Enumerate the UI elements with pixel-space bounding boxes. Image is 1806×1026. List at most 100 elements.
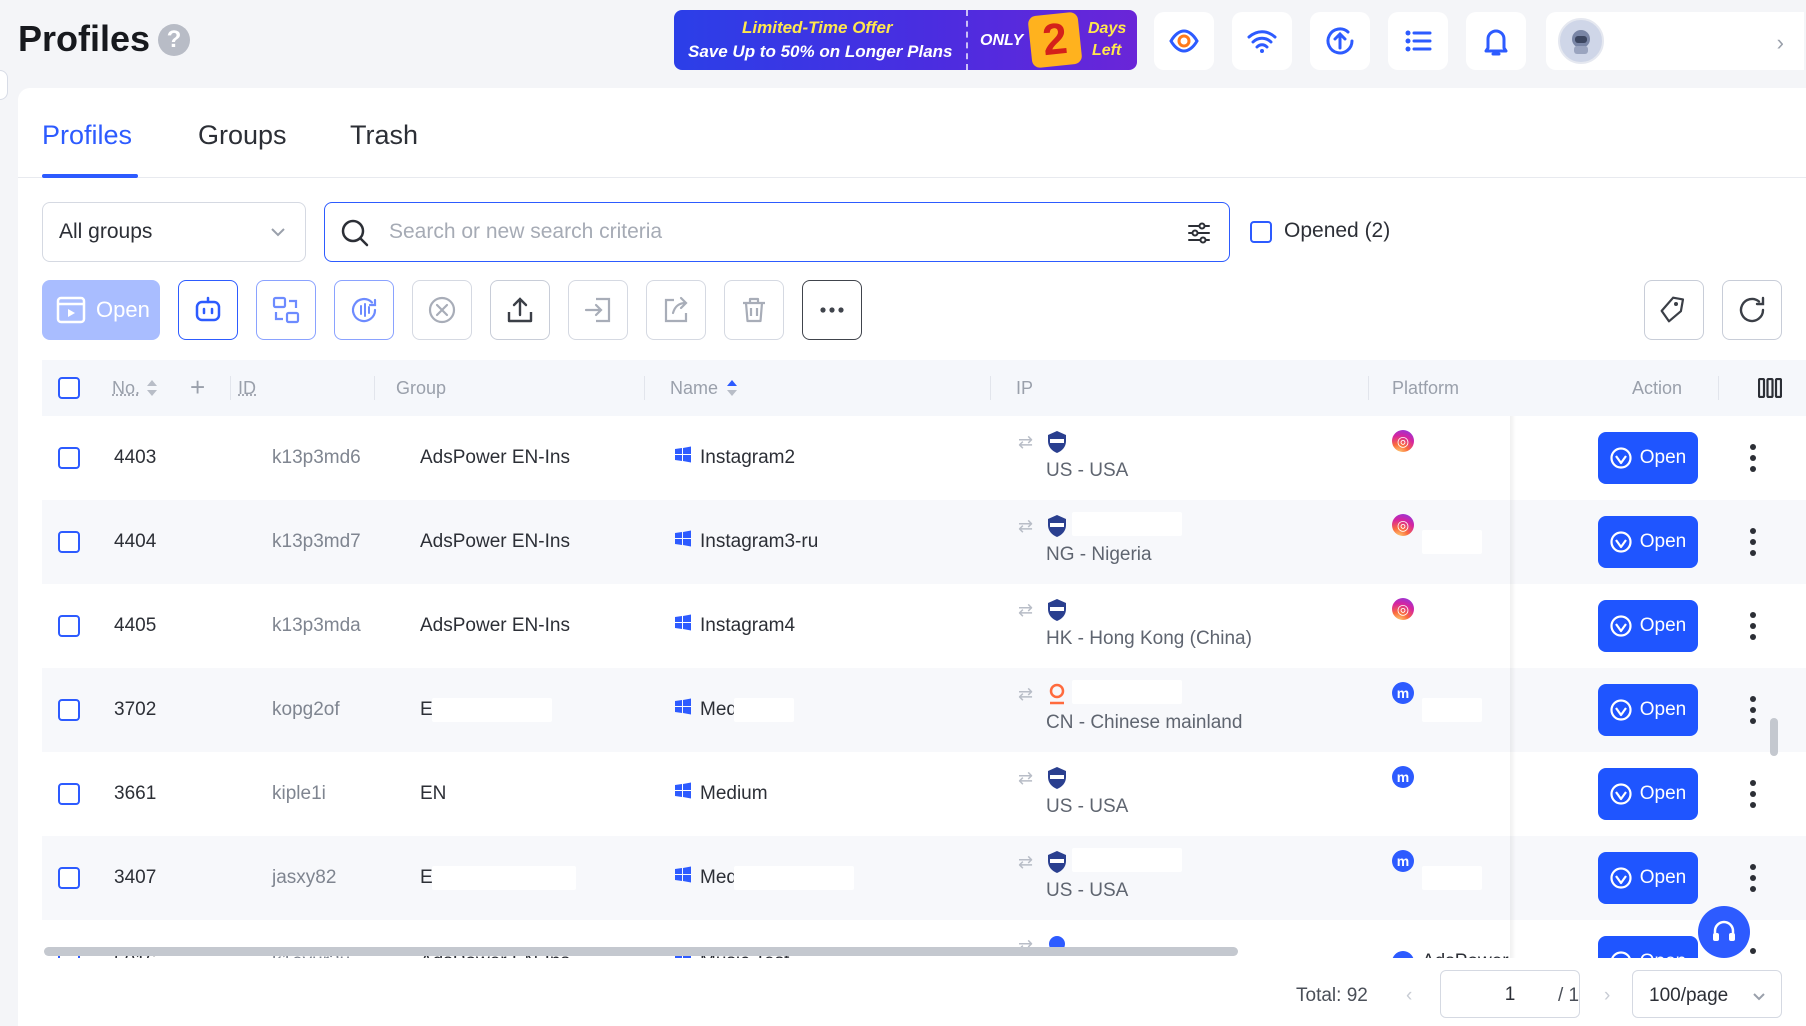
delete-button[interactable] [724, 280, 784, 340]
sidebar-toggle[interactable] [0, 70, 8, 100]
row-checkbox[interactable] [58, 447, 80, 469]
refresh-icon [1739, 296, 1765, 323]
table-row[interactable]: 3661 kiple1i EN Medium ⇄ US - USA m Open [42, 752, 1806, 836]
row-number: 3407 [114, 867, 157, 888]
promo-banner[interactable]: Limited-Time Offer Save Up to 50% on Lon… [674, 10, 1137, 70]
help-icon[interactable]: ? [158, 24, 190, 56]
row-more-icon[interactable] [1750, 948, 1758, 958]
row-more-icon[interactable] [1750, 528, 1758, 558]
share-button[interactable] [646, 280, 706, 340]
row-number: 4404 [114, 531, 157, 552]
network-button[interactable] [1232, 12, 1292, 70]
proxy-arrows-icon: ⇄ [1018, 516, 1034, 536]
col-platform: Platform [1392, 378, 1460, 398]
rpa-button[interactable] [178, 280, 238, 340]
sync-eye-button[interactable] [1154, 12, 1214, 70]
select-all-checkbox[interactable] [58, 377, 80, 399]
notifications-button[interactable] [1466, 12, 1526, 70]
table-row[interactable]: 4404 k13p3md7 AdsPower EN-Ins Instagram3-ru… [42, 500, 1806, 584]
page-size-select[interactable]: 100/page [1632, 970, 1782, 1018]
promo-number: 2 [1027, 11, 1083, 69]
user-menu[interactable]: › [1546, 12, 1804, 70]
row-checkbox[interactable] [58, 699, 80, 721]
row-checkbox[interactable] [58, 783, 80, 805]
search-input[interactable] [389, 215, 1149, 249]
col-ip: IP [1016, 378, 1034, 398]
proxy-shield-icon [1048, 515, 1066, 537]
windows-icon [675, 446, 691, 463]
import-button[interactable] [568, 280, 628, 340]
table-row[interactable]: 3702kopg2ofENMedium⇄CN - Chinese mainlan… [42, 668, 1806, 752]
group-select[interactable]: All groups [42, 202, 306, 262]
proxy-shield-icon [1048, 767, 1066, 789]
row-more-icon[interactable] [1750, 612, 1758, 642]
row-platform-label: AdsPower [1422, 951, 1509, 958]
tab-groups[interactable]: Groups [198, 120, 287, 151]
row-name[interactable]: Instagram4 [700, 615, 795, 637]
filter-sliders-icon[interactable] [1187, 221, 1211, 245]
vertical-scrollbar[interactable] [1770, 718, 1778, 756]
col-separator [374, 376, 375, 400]
horizontal-scrollbar[interactable] [44, 947, 1238, 956]
prev-page-icon[interactable]: ‹ [1406, 985, 1412, 1007]
open-selected-button[interactable]: Open [42, 280, 160, 340]
instagram-icon: ◎ [1392, 598, 1414, 620]
col-name[interactable]: Name [670, 378, 718, 399]
refresh-fingerprint-button[interactable] [334, 280, 394, 340]
row-open-button[interactable]: Open [1598, 852, 1698, 904]
row-open-button[interactable]: Open [1598, 768, 1698, 820]
next-page-icon[interactable]: › [1604, 985, 1610, 1007]
close-profiles-button[interactable] [412, 280, 472, 340]
opened-label: Opened (2) [1284, 219, 1391, 242]
more-actions-button[interactable] [802, 280, 862, 340]
tab-profiles[interactable]: Profiles [42, 120, 132, 151]
tab-trash[interactable]: Trash [350, 120, 418, 151]
row-number: 3661 [114, 783, 157, 804]
group-select-value: All groups [59, 220, 153, 243]
row-ip-location: NG - Nigeria [1046, 544, 1152, 565]
task-list-button[interactable] [1388, 12, 1448, 70]
row-open-button[interactable]: Open [1598, 600, 1698, 652]
adspower-icon: o [1392, 951, 1414, 958]
support-chat-button[interactable] [1698, 906, 1750, 958]
row-checkbox[interactable] [58, 615, 80, 637]
proxy-shield-icon [1048, 599, 1066, 621]
tag-button[interactable] [1644, 280, 1704, 340]
chevron-down-icon [271, 228, 285, 237]
row-open-button[interactable]: Open [1598, 936, 1698, 958]
row-id: jasxy82 [272, 867, 337, 888]
row-more-icon[interactable] [1750, 864, 1758, 894]
col-group: Group [396, 378, 447, 398]
row-open-label: Open [1639, 531, 1687, 552]
search-box[interactable] [324, 202, 1230, 262]
row-checkbox[interactable] [58, 867, 80, 889]
window-sync-button[interactable] [256, 280, 316, 340]
opened-checkbox[interactable] [1250, 221, 1272, 243]
table-row[interactable]: 4403 k13p3md6 AdsPower EN-Ins Instagram2 ⇄ US… [42, 416, 1806, 500]
row-open-button[interactable]: Open [1598, 432, 1698, 484]
row-checkbox[interactable] [58, 531, 80, 553]
row-name[interactable]: Instagram3-ru [700, 531, 818, 553]
row-open-label: Open [1639, 447, 1687, 468]
add-column-icon[interactable]: + [190, 372, 205, 403]
row-open-button[interactable]: Open [1598, 684, 1698, 736]
col-id[interactable]: ID [238, 378, 256, 399]
sort-icon[interactable] [146, 378, 158, 398]
table-row[interactable]: 3407jasxy82ENMedium⇄US - USAm Open [42, 836, 1806, 920]
row-open-button[interactable]: Open [1598, 516, 1698, 568]
browser-logo-icon [1610, 783, 1632, 805]
columns-settings-icon[interactable] [1758, 378, 1782, 398]
robot-icon [195, 296, 221, 322]
upload-button[interactable] [490, 280, 550, 340]
col-no[interactable]: No. [112, 378, 140, 399]
row-more-icon[interactable] [1750, 696, 1758, 726]
table-row[interactable]: 4405 k13p3mda AdsPower EN-Ins Instagram4 ⇄ HK… [42, 584, 1806, 668]
sort-asc-icon[interactable] [726, 378, 738, 398]
row-more-icon[interactable] [1750, 780, 1758, 810]
proxy-shield-icon [1048, 431, 1066, 453]
update-button[interactable] [1310, 12, 1370, 70]
row-name[interactable]: Instagram2 [700, 447, 795, 469]
row-name[interactable]: Medium [700, 783, 768, 805]
refresh-button[interactable] [1722, 280, 1782, 340]
row-more-icon[interactable] [1750, 444, 1758, 474]
